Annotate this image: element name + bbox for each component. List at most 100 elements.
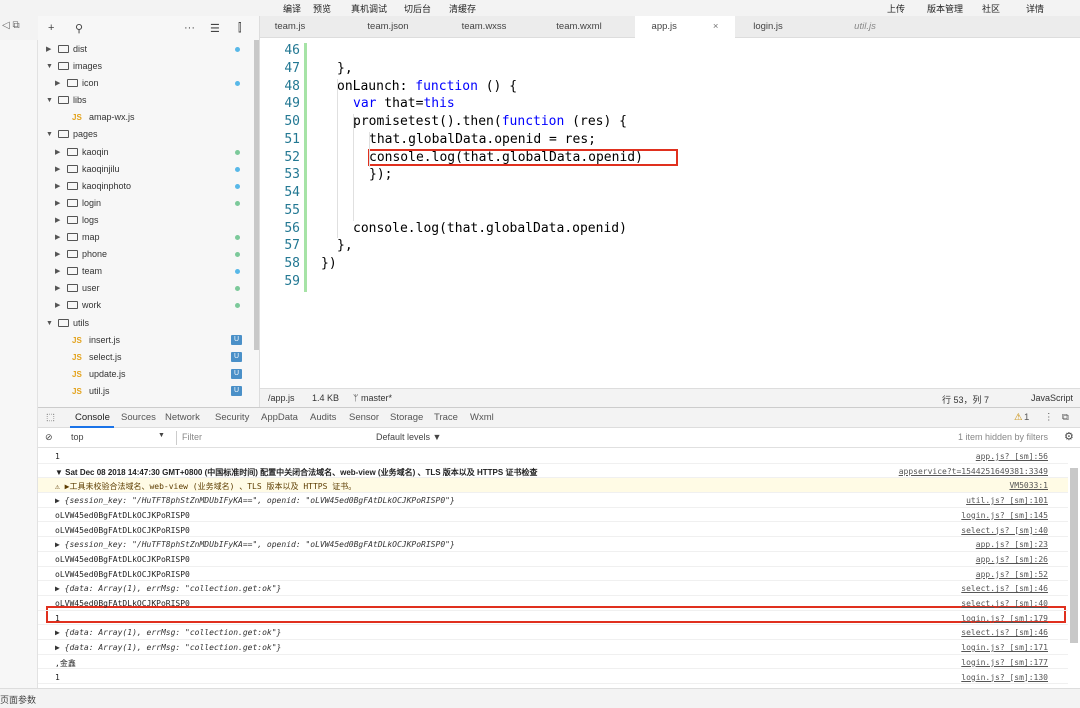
tree-item-kaoqinphoto[interactable]: ▶ kaoqinphoto (38, 178, 254, 195)
status-branch[interactable]: master* (361, 393, 392, 403)
tree-item-login[interactable]: ▶ login (38, 195, 254, 212)
settings-gear-icon[interactable]: ⚙ (1064, 430, 1074, 443)
console-source-link[interactable]: select.js? [sm]:46 (961, 628, 1048, 637)
console-source-link[interactable]: select.js? [sm]:40 (961, 599, 1048, 608)
devtools-tab-security[interactable]: Security (215, 412, 249, 423)
tree-item-logs[interactable]: ▶ logs (38, 212, 254, 229)
tab-team-js[interactable]: team.js (260, 16, 320, 38)
console-source-link[interactable]: app.js? [sm]:52 (976, 570, 1048, 579)
devtools-tab-audits[interactable]: Audits (310, 412, 336, 423)
sound-icon[interactable]: ◁ ⧉ (2, 20, 20, 31)
caret-down-icon[interactable]: ▼ (46, 315, 53, 332)
tab-label[interactable]: util.js (854, 21, 876, 32)
menu-details[interactable]: 详情 (1026, 2, 1044, 15)
console-message[interactable]: ▶ {data: Array(1), errMsg: "collection.g… (55, 584, 281, 593)
caret-down-icon[interactable]: ▼ (46, 92, 53, 109)
tree-item-user[interactable]: ▶ user (38, 280, 254, 297)
code-line[interactable]: onLaunch: function () { (337, 79, 517, 94)
tree-item-amap-wx-js[interactable]: JS amap-wx.js (38, 109, 254, 126)
tab-team-wxml[interactable]: team.wxml (538, 16, 620, 38)
tree-item-utils[interactable]: ▼ utils (38, 315, 254, 332)
tab-util-js[interactable]: util.js (835, 16, 895, 38)
tree-item-update-js[interactable]: JS update.js U (38, 366, 254, 383)
tab-label[interactable]: team.wxss (462, 21, 507, 32)
status-position[interactable]: 行 53，列 7 (942, 393, 989, 406)
tree-item-pages[interactable]: ▼ pages (38, 126, 254, 143)
console-source-link[interactable]: login.js? [sm]:171 (961, 643, 1048, 652)
console-scrollbar[interactable] (1070, 468, 1078, 643)
tree-item-select-js[interactable]: JS select.js U (38, 349, 254, 366)
menu-compile[interactable]: 编译 (283, 2, 301, 15)
code-line[interactable]: }, (337, 238, 353, 253)
tree-item-dist[interactable]: ▶ dist (38, 41, 254, 58)
tab-label[interactable]: team.js (275, 21, 306, 32)
caret-right-icon[interactable]: ▶ (46, 41, 51, 58)
console-source-link[interactable]: login.js? [sm]:179 (961, 614, 1048, 623)
code-line[interactable]: }) (321, 256, 337, 271)
console-message[interactable]: ▶ {session_key: "/HuTFT8phStZnMDUbIFyKA=… (55, 540, 455, 549)
inspect-icon[interactable]: ⬚ (46, 412, 55, 423)
split-icon[interactable]: ⫿ (238, 22, 242, 35)
console-message[interactable]: ▶ {session_key: "/HuTFT8phStZnMDUbIFyKA=… (55, 496, 455, 505)
devtools-tab-console[interactable]: Console (75, 412, 110, 423)
collapse-icon[interactable]: ☰ (210, 22, 220, 35)
console-message[interactable]: ▶ {data: Array(1), errMsg: "collection.g… (55, 628, 281, 637)
tab-label[interactable]: team.wxml (556, 21, 601, 32)
caret-right-icon[interactable]: ▶ (55, 212, 60, 229)
caret-right-icon[interactable]: ▶ (55, 178, 60, 195)
console-source-link[interactable]: login.js? [sm]:145 (961, 511, 1048, 520)
status-language[interactable]: JavaScript (1031, 393, 1073, 403)
tab-login-js[interactable]: login.js (738, 16, 798, 38)
console-message[interactable]: ▶ {data: Array(1), errMsg: "collection.g… (55, 643, 281, 652)
code-line[interactable]: console.log(that.globalData.openid) (369, 150, 643, 165)
tab-app-js[interactable]: app.js × (635, 16, 735, 38)
code-line[interactable]: }, (337, 61, 353, 76)
devtools-tab-wxml[interactable]: Wxml (470, 412, 494, 423)
caret-right-icon[interactable]: ▶ (55, 161, 60, 178)
devtools-tab-storage[interactable]: Storage (390, 412, 423, 423)
console-source-link[interactable]: app.js? [sm]:26 (976, 555, 1048, 564)
console-source-link[interactable]: app.js? [sm]:56 (976, 452, 1048, 461)
tab-team-json[interactable]: team.json (347, 16, 429, 38)
tree-item-insert-js[interactable]: JS insert.js U (38, 332, 254, 349)
menu-clear-cache[interactable]: 清缓存 (449, 2, 476, 15)
explorer-scrollbar[interactable] (254, 40, 259, 350)
code-editor[interactable]: 46 47}, 48 onLaunch: function () {49 var tha… (260, 38, 1080, 388)
caret-right-icon[interactable]: ▶ (55, 280, 60, 297)
caret-down-icon[interactable]: ▼ (46, 126, 53, 143)
code-line[interactable]: that.globalData.openid = res; (369, 132, 596, 147)
console-source-link[interactable]: select.js? [sm]:40 (961, 526, 1048, 535)
filter-input[interactable] (176, 431, 366, 445)
tree-item-team[interactable]: ▶ team (38, 263, 254, 280)
plus-icon[interactable]: + (48, 22, 54, 34)
page-params-label[interactable]: 页面参数 (0, 693, 36, 706)
caret-right-icon[interactable]: ▶ (55, 297, 60, 314)
caret-right-icon[interactable]: ▶ (55, 246, 60, 263)
console-source-link[interactable]: login.js? [sm]:177 (961, 658, 1048, 667)
more-icon[interactable]: ··· (184, 22, 195, 34)
console-message[interactable]: ▼ Sat Dec 08 2018 14:47:30 GMT+0800 (中国标… (55, 467, 537, 478)
dock-icon[interactable]: ⧉ (1062, 412, 1069, 423)
console-source-link[interactable]: VM5033:1 (1009, 481, 1048, 490)
code-line[interactable]: promisetest().then(function (res) { (353, 114, 627, 129)
menu-version[interactable]: 版本管理 (927, 2, 963, 15)
tree-item-images[interactable]: ▼ images (38, 58, 254, 75)
console-source-link[interactable]: util.js? [sm]:101 (966, 496, 1048, 505)
caret-right-icon[interactable]: ▶ (55, 75, 60, 92)
caret-right-icon[interactable]: ▶ (55, 229, 60, 246)
tree-item-phone[interactable]: ▶ phone (38, 246, 254, 263)
console-source-link[interactable]: login.js? [sm]:130 (961, 673, 1048, 682)
code-line[interactable]: var that=this (353, 96, 455, 111)
devtools-tab-appdata[interactable]: AppData (261, 412, 298, 423)
levels-select[interactable]: Default levels ▼ (376, 432, 441, 442)
tree-item-map[interactable]: ▶ map (38, 229, 254, 246)
tree-item-kaoqin[interactable]: ▶ kaoqin (38, 144, 254, 161)
code-line[interactable]: }); (369, 167, 392, 182)
context-select[interactable]: top (71, 432, 84, 442)
devtools-tab-trace[interactable]: Trace (434, 412, 458, 423)
menu-community[interactable]: 社区 (982, 2, 1000, 15)
kebab-menu-icon[interactable]: ⋮ (1044, 412, 1054, 423)
console-source-link[interactable]: select.js? [sm]:46 (961, 584, 1048, 593)
devtools-tab-sources[interactable]: Sources (121, 412, 156, 423)
console-source-link[interactable]: app.js? [sm]:23 (976, 540, 1048, 549)
